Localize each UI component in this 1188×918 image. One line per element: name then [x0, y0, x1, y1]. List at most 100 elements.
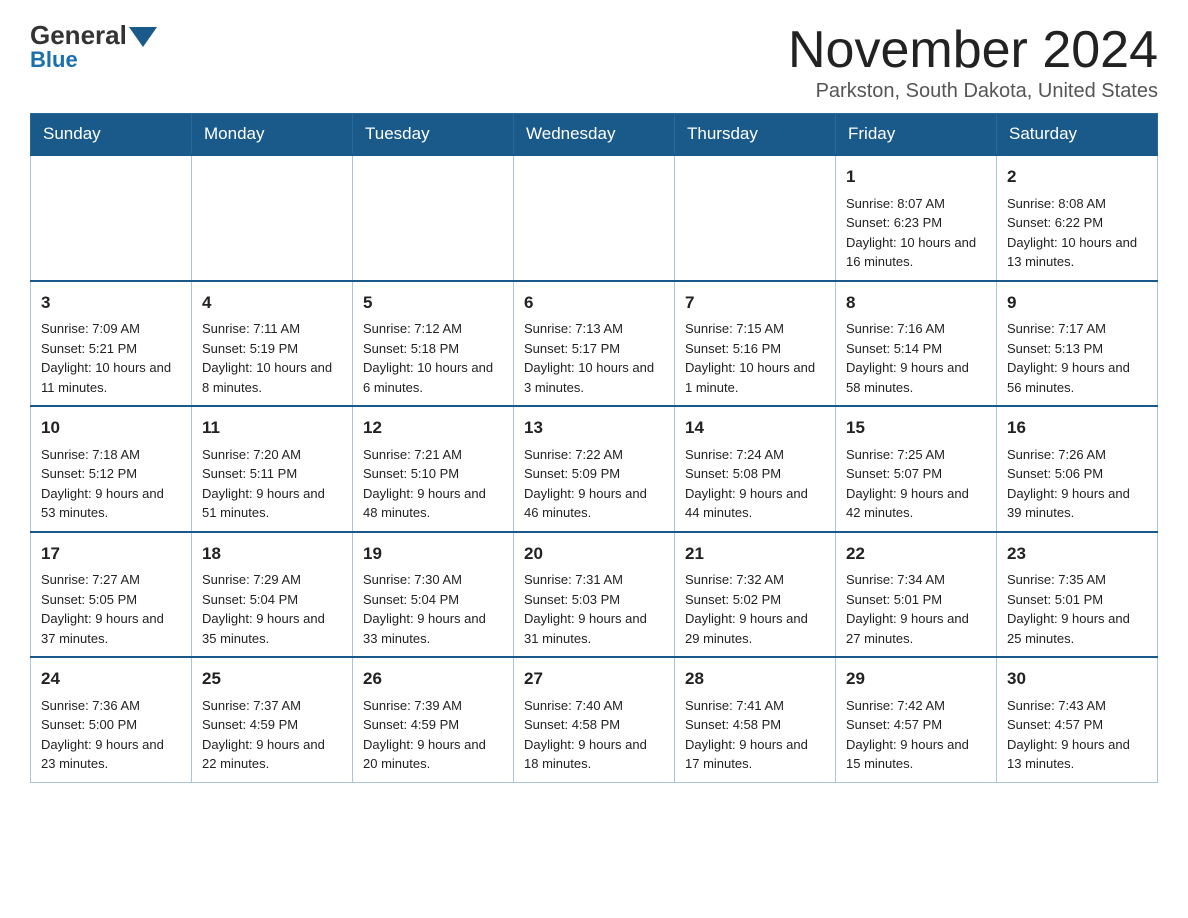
calendar-cell: 1Sunrise: 8:07 AMSunset: 6:23 PMDaylight…: [836, 155, 997, 281]
day-info-line: Daylight: 9 hours and 48 minutes.: [363, 484, 503, 523]
day-info-line: Sunrise: 7:20 AM: [202, 445, 342, 465]
day-number: 15: [846, 415, 986, 441]
calendar-table: SundayMondayTuesdayWednesdayThursdayFrid…: [30, 113, 1158, 783]
calendar-cell: 18 Sunrise: 7:29 AMSunset: 5:04 PMDayligh…: [192, 532, 353, 658]
calendar-week-row: 1Sunrise: 8:07 AMSunset: 6:23 PMDaylight…: [31, 155, 1158, 281]
day-number: 6: [524, 290, 664, 316]
day-info-line: Sunset: 5:21 PM: [41, 339, 181, 359]
day-info-line: Daylight: 9 hours and 13 minutes.: [1007, 735, 1147, 774]
day-number: 7: [685, 290, 825, 316]
day-info-line: Sunrise: 7:15 AM: [685, 319, 825, 339]
day-info-line: Sunset: 5:14 PM: [846, 339, 986, 359]
day-number: 16: [1007, 415, 1147, 441]
day-info-line: Daylight: 10 hours and 1 minute.: [685, 358, 825, 397]
day-info-line: Sunset: 5:16 PM: [685, 339, 825, 359]
day-number: 20: [524, 541, 664, 567]
day-number: 22: [846, 541, 986, 567]
calendar-cell: [514, 155, 675, 281]
day-info-line: Sunset: 4:57 PM: [846, 715, 986, 735]
weekday-header-thursday: Thursday: [675, 114, 836, 156]
calendar-cell: 14Sunrise: 7:24 AMSunset: 5:08 PMDayligh…: [675, 406, 836, 532]
calendar-cell: 25Sunrise: 7:37 AMSunset: 4:59 PMDayligh…: [192, 657, 353, 782]
day-info-line: Daylight: 10 hours and 6 minutes.: [363, 358, 503, 397]
day-info-line: Sunset: 5:04 PM: [202, 590, 342, 610]
day-number: 25: [202, 666, 342, 692]
weekday-header-friday: Friday: [836, 114, 997, 156]
day-number: 18: [202, 541, 342, 567]
month-year-title: November 2024: [788, 20, 1158, 80]
calendar-cell: 12Sunrise: 7:21 AMSunset: 5:10 PMDayligh…: [353, 406, 514, 532]
day-info-line: Daylight: 9 hours and 17 minutes.: [685, 735, 825, 774]
day-info-line: Daylight: 9 hours and 35 minutes.: [202, 609, 342, 648]
day-info-line: Sunset: 5:06 PM: [1007, 464, 1147, 484]
day-info-line: Sunrise: 7:34 AM: [846, 570, 986, 590]
day-info-line: Sunrise: 7:31 AM: [524, 570, 664, 590]
day-info-line: Sunrise: 7:11 AM: [202, 319, 342, 339]
day-number: 8: [846, 290, 986, 316]
day-info-line: Sunrise: 7:24 AM: [685, 445, 825, 465]
day-info-line: Sunrise: 7:39 AM: [363, 696, 503, 716]
day-info-line: Daylight: 9 hours and 27 minutes.: [846, 609, 986, 648]
calendar-cell: [675, 155, 836, 281]
calendar-cell: 2Sunrise: 8:08 AMSunset: 6:22 PMDaylight…: [997, 155, 1158, 281]
day-info-line: Sunset: 5:05 PM: [41, 590, 181, 610]
day-number: 29: [846, 666, 986, 692]
weekday-header-row: SundayMondayTuesdayWednesdayThursdayFrid…: [31, 114, 1158, 156]
day-info-line: Sunset: 5:12 PM: [41, 464, 181, 484]
day-info-line: Daylight: 10 hours and 13 minutes.: [1007, 233, 1147, 272]
calendar-cell: [353, 155, 514, 281]
day-info-line: Daylight: 9 hours and 37 minutes.: [41, 609, 181, 648]
day-info-line: Daylight: 9 hours and 29 minutes.: [685, 609, 825, 648]
day-info-line: Sunset: 5:08 PM: [685, 464, 825, 484]
day-number: 14: [685, 415, 825, 441]
title-section: November 2024 Parkston, South Dakota, Un…: [788, 20, 1158, 103]
weekday-header-tuesday: Tuesday: [353, 114, 514, 156]
day-info-line: Daylight: 9 hours and 18 minutes.: [524, 735, 664, 774]
calendar-cell: 16Sunrise: 7:26 AMSunset: 5:06 PMDayligh…: [997, 406, 1158, 532]
calendar-cell: [192, 155, 353, 281]
day-number: 23: [1007, 541, 1147, 567]
day-info-line: Sunrise: 7:22 AM: [524, 445, 664, 465]
day-info-line: Daylight: 9 hours and 25 minutes.: [1007, 609, 1147, 648]
calendar-cell: 21Sunrise: 7:32 AMSunset: 5:02 PMDayligh…: [675, 532, 836, 658]
day-info-line: Daylight: 9 hours and 23 minutes.: [41, 735, 181, 774]
day-info-line: Daylight: 10 hours and 16 minutes.: [846, 233, 986, 272]
day-number: 10: [41, 415, 181, 441]
day-info-line: Sunrise: 7:37 AM: [202, 696, 342, 716]
calendar-cell: 24Sunrise: 7:36 AMSunset: 5:00 PMDayligh…: [31, 657, 192, 782]
day-info-line: Sunset: 4:57 PM: [1007, 715, 1147, 735]
weekday-header-monday: Monday: [192, 114, 353, 156]
day-info-line: Sunset: 5:19 PM: [202, 339, 342, 359]
day-info-line: Daylight: 9 hours and 39 minutes.: [1007, 484, 1147, 523]
day-number: 13: [524, 415, 664, 441]
day-number: 17: [41, 541, 181, 567]
day-info-line: Sunrise: 7:09 AM: [41, 319, 181, 339]
logo-blue-text: Blue: [30, 47, 78, 73]
day-info-line: Daylight: 9 hours and 56 minutes.: [1007, 358, 1147, 397]
day-info-line: Sunset: 6:23 PM: [846, 213, 986, 233]
day-info-line: Daylight: 9 hours and 31 minutes.: [524, 609, 664, 648]
day-number: 4: [202, 290, 342, 316]
day-number: 1: [846, 164, 986, 190]
calendar-cell: 26Sunrise: 7:39 AMSunset: 4:59 PMDayligh…: [353, 657, 514, 782]
day-number: 5: [363, 290, 503, 316]
location-subtitle: Parkston, South Dakota, United States: [788, 80, 1158, 103]
day-info-line: Sunrise: 7:42 AM: [846, 696, 986, 716]
day-info-line: Sunset: 5:04 PM: [363, 590, 503, 610]
day-info-line: Sunrise: 7:17 AM: [1007, 319, 1147, 339]
day-info-line: Sunset: 5:00 PM: [41, 715, 181, 735]
weekday-header-sunday: Sunday: [31, 114, 192, 156]
day-info-line: Sunrise: 8:08 AM: [1007, 194, 1147, 214]
day-number: 28: [685, 666, 825, 692]
weekday-header-wednesday: Wednesday: [514, 114, 675, 156]
day-info-line: Sunset: 5:13 PM: [1007, 339, 1147, 359]
calendar-cell: 19Sunrise: 7:30 AMSunset: 5:04 PMDayligh…: [353, 532, 514, 658]
day-info-line: Sunset: 5:01 PM: [846, 590, 986, 610]
day-number: 2: [1007, 164, 1147, 190]
day-info-line: Sunrise: 7:36 AM: [41, 696, 181, 716]
day-info-line: Sunrise: 7:29 AM: [202, 570, 342, 590]
day-info-line: Sunrise: 7:35 AM: [1007, 570, 1147, 590]
day-info-line: Sunrise: 7:13 AM: [524, 319, 664, 339]
day-info-line: Sunrise: 7:27 AM: [41, 570, 181, 590]
calendar-cell: 6Sunrise: 7:13 AMSunset: 5:17 PMDaylight…: [514, 281, 675, 407]
